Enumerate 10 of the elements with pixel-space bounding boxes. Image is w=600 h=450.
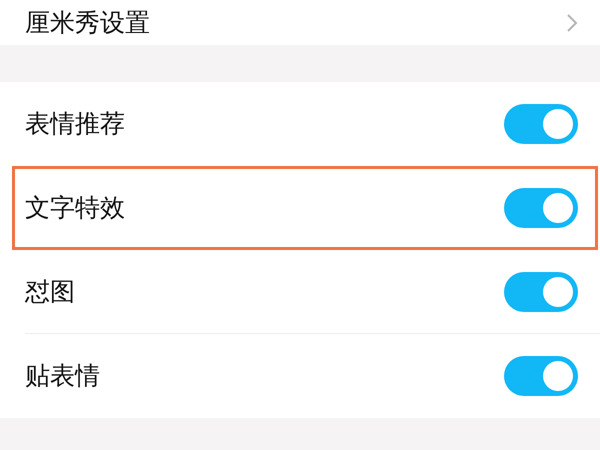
setting-label: 表情推荐 [25, 109, 125, 139]
setting-label: 厘米秀设置 [25, 8, 150, 38]
toggle-switch[interactable] [504, 272, 578, 312]
toggle-switch[interactable] [504, 104, 578, 144]
setting-label: 贴表情 [25, 361, 100, 391]
setting-label: 怼图 [25, 277, 75, 307]
chevron-right-icon[interactable] [566, 12, 578, 32]
toggle-switch[interactable] [504, 356, 578, 396]
toggle-switch[interactable] [504, 188, 578, 228]
setting-label: 文字特效 [25, 193, 125, 223]
